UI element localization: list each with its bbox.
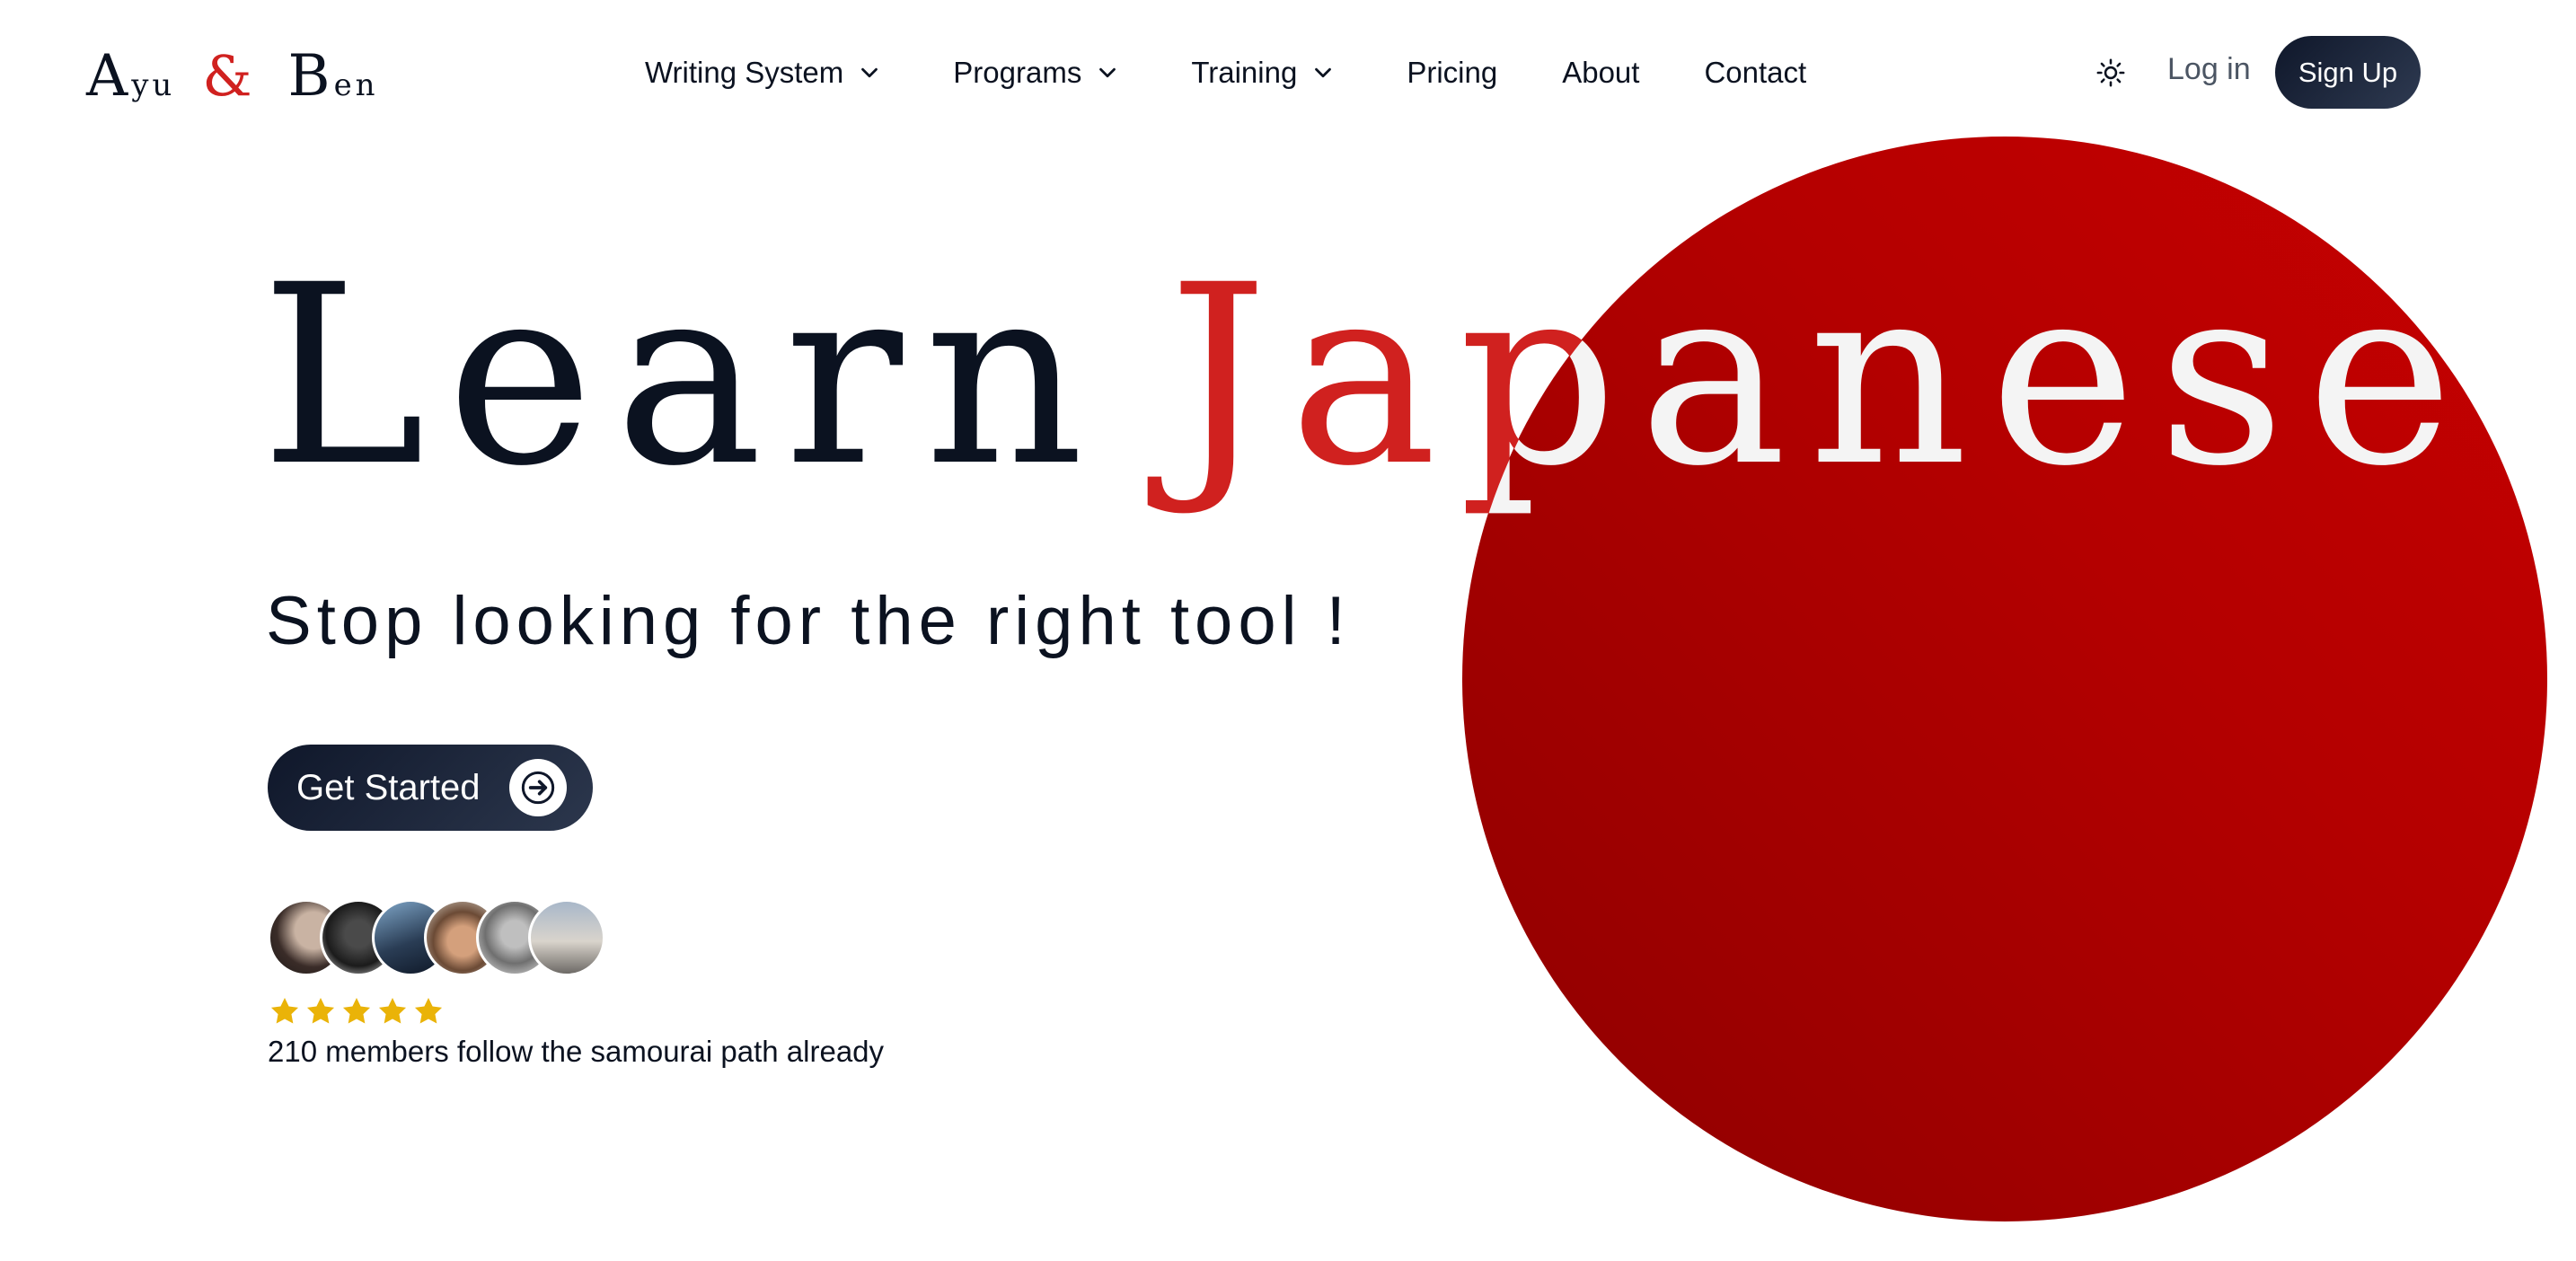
social-proof-text: 210 members follow the samourai path alr… [268,1035,885,1068]
hero-headline: Learn Japanese Learn Japanese [260,192,2453,521]
nav-label: Programs [953,56,1082,89]
star-icon [306,997,335,1024]
signup-button[interactable]: Sign Up [2275,36,2421,109]
get-started-label: Get Started [296,767,481,807]
nav-label: Training [1191,56,1298,89]
star-icon [342,997,371,1024]
nav-item-contact[interactable]: Contact [1704,56,1806,90]
logo-letters-en: en [333,67,379,103]
page: A yu & B en Writing System Programs Trai… [0,0,2576,1261]
chevron-down-icon [861,67,878,78]
nav-item-training[interactable]: Training [1191,56,1337,90]
hero-subheadline: Stop looking for the right tool ! [266,583,1351,659]
logo-letter-b: B [287,43,331,110]
nav-item-about[interactable]: About [1562,56,1639,90]
chevron-down-icon [1099,67,1116,78]
nav-label: About [1562,56,1640,89]
chevron-down-icon [1315,67,1332,78]
star-icon [378,997,407,1024]
avatar [528,899,605,976]
headline-learn: Learn [260,233,1106,521]
star-icon [414,997,443,1024]
nav-label: Writing System [645,56,844,89]
nav-item-pricing[interactable]: Pricing [1407,56,1497,90]
rating-stars [268,994,447,1028]
main-nav: Writing System Programs Training Pricing… [645,50,1806,95]
logo-letters-yu: yu [131,67,176,103]
login-link[interactable]: Log in [2167,52,2251,87]
headline-graphic: Learn Japanese Learn Japanese [260,233,2453,521]
brand-logo[interactable]: A yu & B en [86,43,379,110]
nav-label: Contact [1704,56,1807,89]
sun-icon[interactable] [2095,57,2126,88]
logo-ampersand: & [202,43,252,109]
nav-item-programs[interactable]: Programs [953,56,1121,90]
nav-label: Pricing [1407,56,1498,89]
nav-item-writing-system[interactable]: Writing System [645,56,883,90]
logo-letter-a: A [86,43,128,110]
star-icon [270,997,299,1024]
get-started-button[interactable]: Get Started [268,745,593,831]
arrow-right-icon [508,759,567,816]
